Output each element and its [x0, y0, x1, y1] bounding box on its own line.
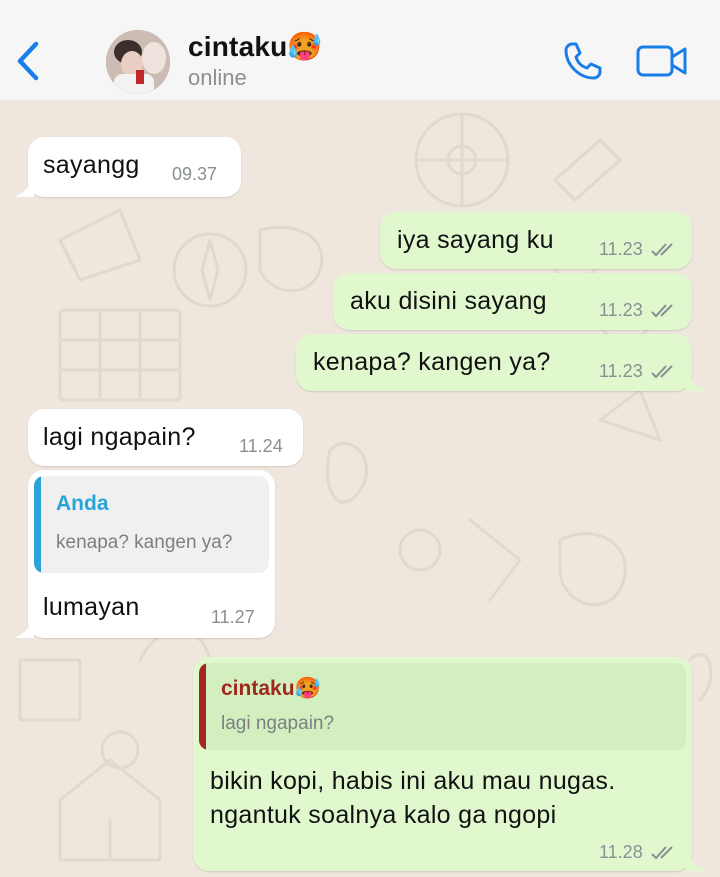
- message-bubble-outgoing-reply[interactable]: cintaku🥵 lagi ngapain? bikin kopi, habis…: [193, 657, 706, 871]
- message-text: iya sayang ku: [397, 226, 554, 254]
- message-text-line-1: bikin kopi, habis ini aku mau nugas.: [210, 767, 616, 795]
- message-time: 09.37: [172, 164, 218, 184]
- message-time: 11.23: [599, 361, 643, 381]
- quoted-sender: Anda: [56, 492, 109, 515]
- message-time: 11.28: [599, 842, 643, 862]
- message-bubble-outgoing[interactable]: iya sayang ku 11.23: [380, 212, 692, 269]
- chat-area[interactable]: sayangg 09.37 iya sayang ku 11.23 aku di…: [0, 100, 720, 877]
- message-text: lagi ngapain?: [43, 423, 196, 451]
- double-check-icon: [651, 243, 673, 257]
- bubble-tail: [14, 618, 34, 638]
- quoted-sender: cintaku🥵: [221, 677, 321, 700]
- contact-name: cintaku🥵: [188, 31, 323, 62]
- message-time: 11.24: [239, 436, 283, 456]
- contact-info[interactable]: cintaku🥵 online: [188, 30, 323, 91]
- message-bubble-incoming-reply[interactable]: Anda kenapa? kangen ya? lumayan 11.27: [14, 470, 275, 638]
- quote-accent-bar: [34, 476, 41, 573]
- chevron-left-icon: [17, 41, 39, 81]
- quoted-text: kenapa? kangen ya?: [56, 532, 233, 553]
- message-time: 11.23: [599, 239, 643, 259]
- message-time: 11.27: [211, 607, 255, 627]
- bubble-tail: [686, 371, 706, 391]
- chat-header: cintaku🥵 online: [0, 0, 720, 100]
- avatar[interactable]: [106, 30, 170, 94]
- phone-icon: [564, 42, 602, 80]
- message-text: lumayan: [43, 593, 140, 621]
- message-time: 11.23: [599, 300, 643, 320]
- avatar-photo: [106, 30, 170, 94]
- video-camera-icon: [636, 45, 687, 77]
- quoted-message[interactable]: cintaku🥵 lagi ngapain?: [199, 663, 686, 750]
- double-check-icon: [651, 846, 673, 860]
- contact-status: online: [188, 65, 247, 90]
- message-bubble-outgoing[interactable]: kenapa? kangen ya? 11.23: [296, 334, 706, 391]
- video-call-button[interactable]: [636, 44, 688, 78]
- message-bubble-incoming[interactable]: sayangg 09.37: [14, 137, 241, 197]
- voice-call-button[interactable]: [562, 40, 604, 82]
- message-bubble-outgoing[interactable]: aku disini sayang 11.23: [333, 273, 692, 330]
- back-button[interactable]: [12, 40, 44, 82]
- quoted-text: lagi ngapain?: [221, 713, 335, 734]
- bubble-tail: [14, 177, 34, 197]
- message-text: sayangg: [43, 151, 140, 179]
- message-bubble-incoming[interactable]: lagi ngapain? 11.24: [28, 409, 303, 466]
- quote-accent-bar: [199, 663, 206, 750]
- double-check-icon: [651, 304, 673, 318]
- double-check-icon: [651, 365, 673, 379]
- message-text-line-2: ngantuk soalnya kalo ga ngopi: [210, 801, 557, 829]
- bubble-tail: [686, 851, 706, 871]
- message-text: aku disini sayang: [350, 287, 547, 315]
- quoted-message[interactable]: Anda kenapa? kangen ya?: [34, 476, 269, 573]
- message-text: kenapa? kangen ya?: [313, 348, 551, 376]
